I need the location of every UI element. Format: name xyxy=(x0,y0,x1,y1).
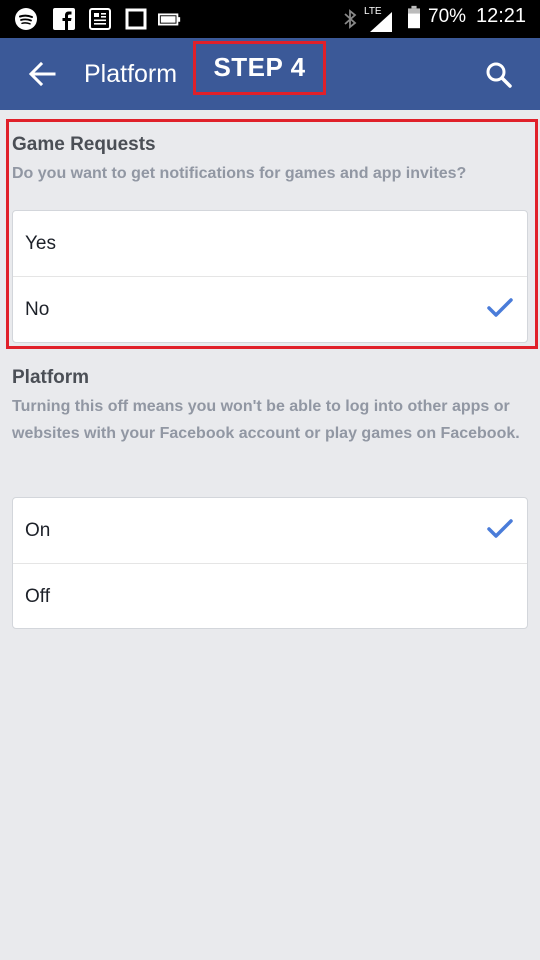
option-off[interactable]: Off xyxy=(13,564,527,629)
page-title: Platform xyxy=(84,60,178,88)
clock: 12:21 xyxy=(476,5,527,27)
news-icon xyxy=(89,8,111,30)
search-button[interactable] xyxy=(478,54,520,96)
checkmark-icon xyxy=(487,519,513,538)
option-label: On xyxy=(25,520,51,541)
back-arrow-icon xyxy=(28,61,56,87)
option-label: Off xyxy=(25,586,50,607)
platform-options: On Off xyxy=(12,497,528,629)
status-bar: LTE 70% 12:21 xyxy=(0,0,540,38)
back-button[interactable] xyxy=(22,54,62,94)
step-annotation: STEP 4 xyxy=(193,41,326,95)
platform-title: Platform xyxy=(12,367,90,388)
facebook-icon xyxy=(53,8,75,30)
spotify-icon xyxy=(15,8,37,30)
search-icon xyxy=(486,62,512,88)
platform-description: Turning this off means you won't be able… xyxy=(12,398,520,442)
battery-icon xyxy=(408,5,420,29)
bluetooth-icon xyxy=(344,9,357,29)
square-icon xyxy=(125,8,147,30)
option-on[interactable]: On xyxy=(13,498,527,564)
battery-small-icon xyxy=(158,13,181,26)
battery-percentage: 70% xyxy=(428,6,467,27)
lte-signal-icon: LTE xyxy=(364,6,394,34)
highlight-annotation xyxy=(6,119,538,349)
